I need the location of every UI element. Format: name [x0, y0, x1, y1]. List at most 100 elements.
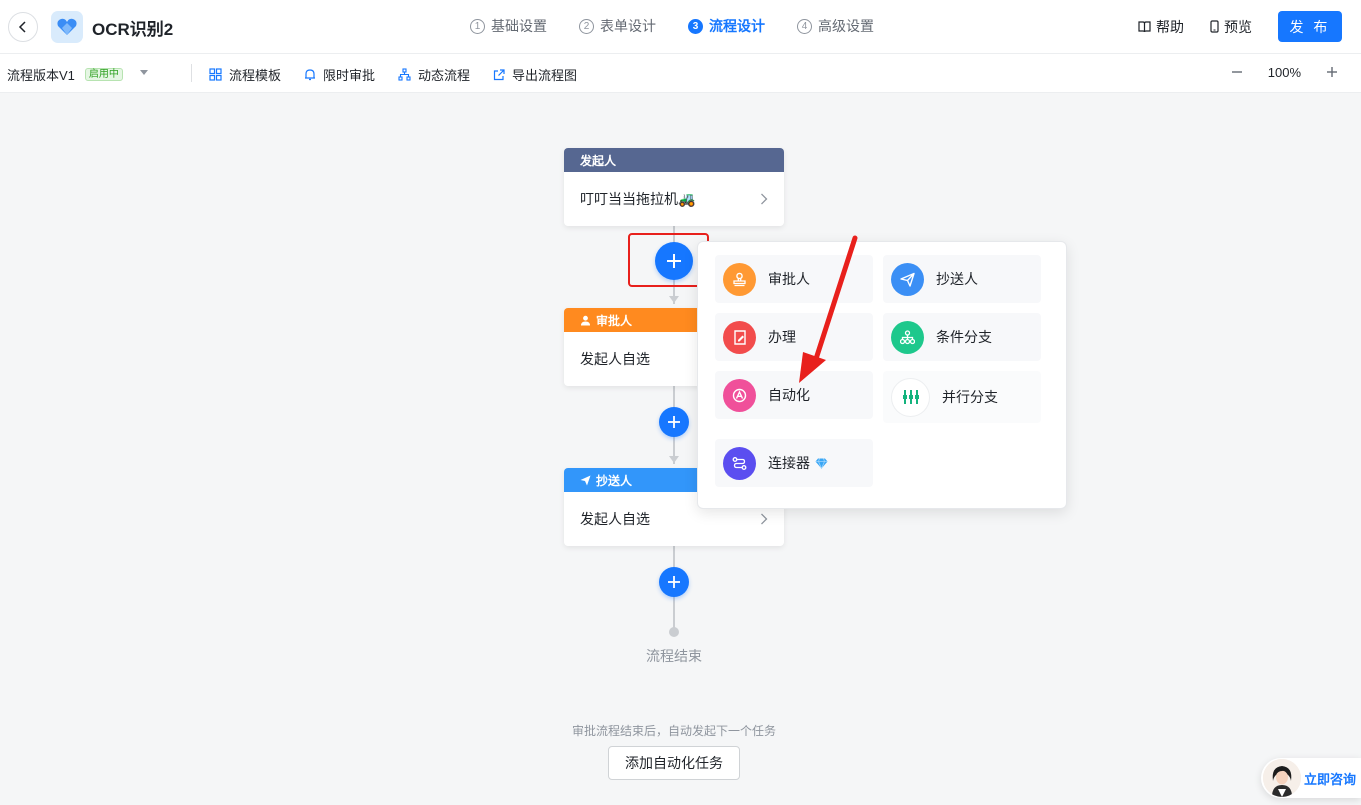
caret-down-icon[interactable] — [140, 70, 148, 75]
consult-label: 立即咨询 — [1304, 771, 1357, 787]
node-body: 叮叮当当拖拉机🚜 — [564, 172, 784, 226]
timed-approval-button[interactable]: 限时审批 — [304, 65, 375, 84]
step-label: 基础设置 — [491, 18, 547, 34]
toolbar-actions: 流程模板 限时审批 动态流程 导出流程图 — [209, 65, 600, 84]
automation-icon — [723, 378, 756, 412]
org-chart-icon — [398, 68, 411, 81]
version-label: 流程版本V1 — [7, 68, 75, 83]
chevron-right-icon — [761, 193, 768, 205]
option-condition-branch[interactable]: 条件分支 — [883, 313, 1041, 361]
step-label: 高级设置 — [818, 18, 874, 34]
plus-icon — [668, 416, 680, 428]
app-title: OCR识别2 — [92, 20, 174, 39]
step-number: 4 — [797, 18, 812, 34]
zoom-level: 100% — [1267, 64, 1301, 80]
tab-process-design[interactable]: 3 流程设计 — [688, 16, 765, 36]
stamp-icon — [723, 262, 756, 296]
zoom-control: 100% — [1228, 63, 1341, 81]
chevron-left-icon — [18, 21, 26, 33]
flow-canvas[interactable]: 发起人 叮叮当当拖拉机🚜 审批人 发起人自选 抄送人 发起人自选 流程结束 审批… — [0, 94, 1361, 805]
option-parallel-branch[interactable]: 并行分支 — [883, 371, 1041, 423]
node-header: 发起人 — [564, 148, 784, 172]
divider — [191, 64, 192, 82]
phone-icon — [1210, 20, 1219, 33]
parallel-icon — [891, 377, 930, 417]
process-template-button[interactable]: 流程模板 — [209, 65, 281, 84]
add-node-button[interactable] — [659, 407, 689, 437]
option-approver[interactable]: 审批人 — [715, 255, 873, 303]
tab-advanced-settings[interactable]: 4 高级设置 — [797, 16, 874, 36]
step-nav: 1 基础设置 2 表单设计 3 流程设计 4 高级设置 — [470, 16, 906, 36]
edit-doc-icon — [723, 320, 756, 354]
option-automation[interactable]: 自动化 — [715, 371, 873, 419]
step-number: 3 — [688, 18, 703, 34]
node-title: 抄送人 — [596, 473, 633, 488]
send-icon — [580, 475, 591, 485]
step-label: 流程设计 — [709, 18, 765, 34]
tab-form-design[interactable]: 2 表单设计 — [579, 16, 656, 36]
add-automation-task-button[interactable]: 添加自动化任务 — [608, 746, 740, 780]
node-content: 叮叮当当拖拉机🚜 — [580, 191, 696, 207]
help-link[interactable]: 帮助 — [1138, 17, 1184, 37]
help-label: 帮助 — [1156, 18, 1184, 35]
node-content: 发起人自选 — [580, 351, 650, 367]
node-content: 发起人自选 — [580, 511, 650, 527]
node-type-popover: 审批人 抄送人 办理 条件分支 自动化 并行分支 连接器 — [697, 241, 1067, 509]
node-title: 审批人 — [596, 313, 633, 328]
toolbar-item-label: 动态流程 — [418, 68, 471, 83]
publish-button[interactable]: 发 布 — [1278, 11, 1342, 42]
initiator-node[interactable]: 发起人 叮叮当当拖拉机🚜 — [564, 148, 784, 226]
zoom-in-button[interactable] — [1323, 63, 1341, 81]
plus-icon — [668, 576, 680, 588]
add-node-button[interactable] — [659, 567, 689, 597]
back-button[interactable] — [8, 12, 38, 42]
plus-icon — [1327, 67, 1337, 77]
step-label: 表单设计 — [600, 18, 656, 34]
option-label: 抄送人 — [936, 271, 978, 287]
option-label: 自动化 — [768, 387, 810, 403]
end-label: 流程结束 — [646, 648, 702, 664]
header-actions: 帮助 预览 发 布 — [1138, 11, 1342, 42]
toolbar-item-label: 流程模板 — [229, 68, 282, 83]
toolbar-item-label: 限时审批 — [323, 68, 376, 83]
zoom-out-button[interactable] — [1228, 63, 1246, 81]
option-handle[interactable]: 办理 — [715, 313, 873, 361]
header: OCR识别2 1 基础设置 2 表单设计 3 流程设计 4 高级设置 帮助 预览 发 布 — [0, 0, 1361, 54]
option-label: 连接器 — [768, 455, 810, 471]
app-logo — [51, 11, 83, 43]
option-label: 办理 — [768, 329, 796, 345]
send-icon — [891, 262, 924, 296]
step-number: 1 — [470, 18, 485, 34]
preview-link[interactable]: 预览 — [1210, 17, 1252, 37]
heart-logo-icon — [57, 18, 77, 35]
arrow-down-icon — [669, 296, 679, 303]
bell-icon — [305, 69, 316, 81]
chevron-right-icon — [761, 513, 768, 525]
external-link-icon — [493, 68, 505, 80]
version-selector[interactable]: 流程版本V1 启用中 — [7, 65, 123, 84]
option-label: 条件分支 — [936, 329, 992, 345]
toolbar-item-label: 导出流程图 — [512, 68, 578, 83]
step-number: 2 — [579, 18, 594, 34]
preview-label: 预览 — [1224, 18, 1252, 35]
grid-icon — [209, 68, 222, 81]
avatar — [1263, 759, 1301, 797]
option-cc[interactable]: 抄送人 — [883, 255, 1041, 303]
automation-hint: 审批流程结束后，自动发起下一个任务 — [572, 724, 777, 738]
node-title: 发起人 — [580, 153, 617, 168]
option-label: 审批人 — [768, 271, 810, 287]
option-label: 并行分支 — [942, 389, 998, 405]
connector-icon — [723, 446, 756, 480]
consult-widget[interactable]: 立即咨询 — [1261, 758, 1361, 798]
export-diagram-button[interactable]: 导出流程图 — [493, 65, 577, 84]
status-badge: 启用中 — [84, 68, 123, 81]
arrow-down-icon — [669, 456, 679, 463]
dynamic-process-button[interactable]: 动态流程 — [398, 65, 470, 84]
tab-basic-settings[interactable]: 1 基础设置 — [470, 16, 547, 36]
user-icon — [581, 315, 590, 325]
minus-icon — [1231, 71, 1242, 73]
option-connector[interactable]: 连接器 — [715, 439, 873, 487]
end-dot — [669, 627, 679, 637]
diamond-icon — [815, 457, 828, 469]
book-icon — [1138, 20, 1151, 32]
